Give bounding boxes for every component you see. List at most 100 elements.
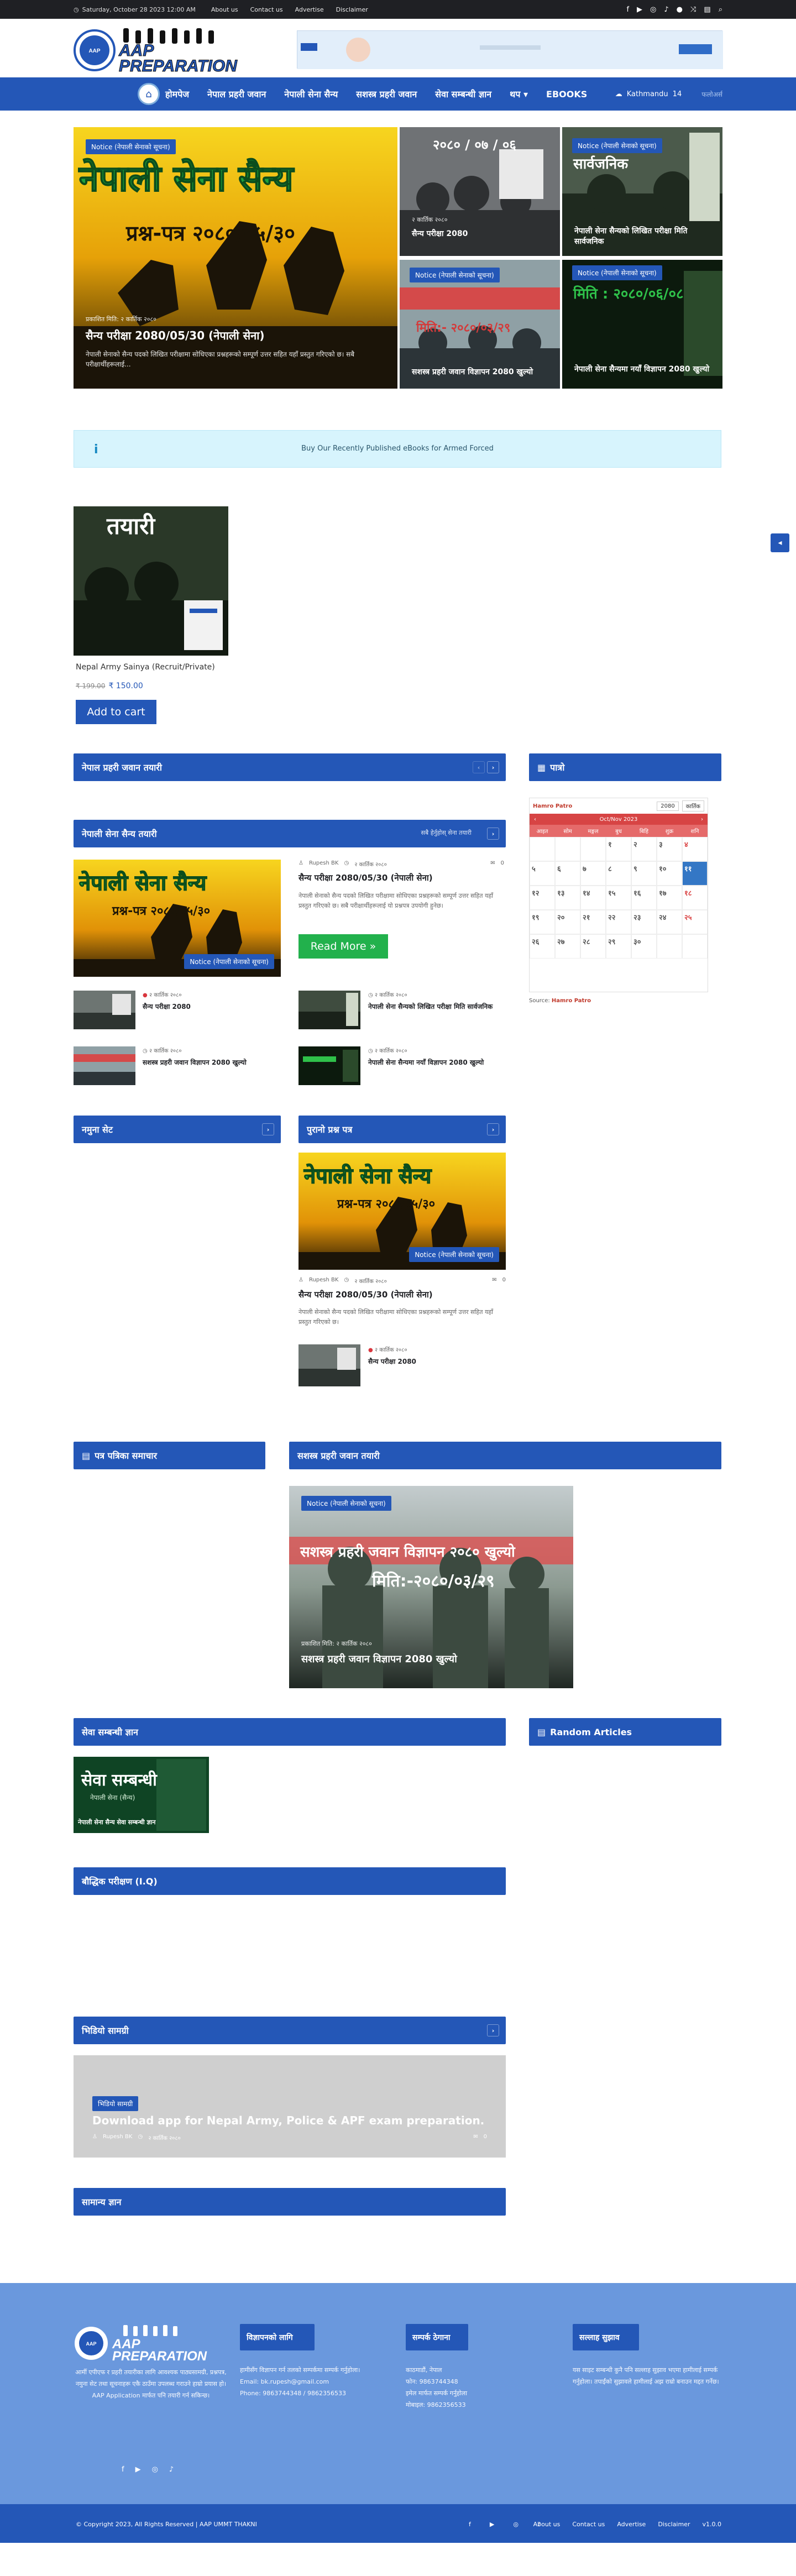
calendar-day[interactable]: २७ [555, 934, 580, 959]
old-papers-title[interactable]: सैन्य परीक्षा 2080/05/30 (नेपाली सेना) [298, 1289, 506, 1300]
calendar-day[interactable]: १४ [580, 886, 606, 910]
hero-small-post[interactable]: मिति:- २०८०/०३/२९ Notice (नेपाली सेनाको … [400, 260, 560, 389]
video-title[interactable]: Download app for Nepal Army, Police & AP… [92, 2114, 484, 2127]
army-list-title[interactable]: नेपाली सेना सैन्यमा नयाँ विज्ञापन 2080 ख… [368, 1057, 506, 1067]
calendar-day[interactable]: ५ [530, 861, 555, 886]
youtube-icon[interactable]: ▶ [490, 2521, 494, 2528]
calendar-day[interactable]: ८ [606, 861, 631, 886]
calendar-day[interactable]: १७ [657, 886, 682, 910]
nav-item-ebooks[interactable]: EBOOKS [546, 89, 587, 100]
footer-logo[interactable]: AAP AAP PREPARATION [74, 2324, 225, 2364]
instagram-icon[interactable]: ◎ [513, 2521, 519, 2528]
apf-post[interactable]: सशस्त्र प्रहरी जवान विज्ञापन २०८० खुल्यो… [289, 1486, 573, 1688]
next-arrow-icon[interactable]: › [487, 1123, 499, 1135]
army-list-title[interactable]: सशस्त्र प्रहरी जवान विज्ञापन 2080 खुल्यो [143, 1057, 286, 1067]
old-papers-badge[interactable]: Notice (नेपाली सेनाको सूचना) [409, 1247, 499, 1262]
calendar-day[interactable]: २४ [657, 910, 682, 934]
calendar-day[interactable]: ३० [631, 934, 657, 959]
facebook-icon[interactable]: f [626, 6, 629, 14]
calendar-day[interactable]: ११ [682, 861, 708, 886]
top-link-advertise[interactable]: Advertise [295, 6, 324, 13]
month-select[interactable]: कार्तिक [682, 800, 704, 811]
header-ad-banner[interactable] [297, 30, 723, 69]
youtube-icon[interactable]: ▶ [135, 2465, 141, 2474]
army-list-thumb[interactable] [298, 1046, 360, 1085]
calendar-day[interactable]: २१ [580, 910, 606, 934]
year-select[interactable]: 2080 [657, 801, 679, 811]
home-icon[interactable]: ⌂ [138, 83, 160, 105]
read-more-button[interactable]: Read More » [298, 934, 388, 959]
next-arrow-icon[interactable]: › [487, 761, 499, 773]
hero-small-post[interactable]: २०८० / ०७ / ०६ २ कार्तिक २०८० सैन्य परीक… [400, 127, 560, 256]
nav-item-service[interactable]: सेवा सम्बन्धी ज्ञान [435, 88, 491, 100]
army-list-thumb[interactable] [298, 991, 360, 1029]
add-to-cart-button[interactable]: Add to cart [76, 700, 156, 724]
ebook-notice-text[interactable]: Buy Our Recently Published eBooks for Ar… [74, 444, 721, 453]
hero-small-badge[interactable]: Notice (नेपाली सेनाको सूचना) [410, 268, 500, 282]
calendar-day[interactable]: १० [657, 861, 682, 886]
next-month-icon[interactable]: › [701, 816, 703, 823]
product-name[interactable]: Nepal Army Sainya (Recruit/Private) [76, 663, 215, 672]
hero-small-post[interactable]: सार्वजनिक Notice (नेपाली सेनाको सूचना) न… [562, 127, 722, 256]
video-badge[interactable]: भिडियो सामग्री [92, 2096, 139, 2111]
footer-link-disclaimer[interactable]: Disclaimer [658, 2521, 690, 2528]
calendar-day[interactable]: ३ [657, 837, 682, 861]
hero-small-badge[interactable]: Notice (नेपाली सेनाको सूचना) [572, 138, 662, 153]
army-main-title[interactable]: सैन्य परीक्षा 2080/05/30 (नेपाली सेना) [298, 872, 504, 883]
apf-title[interactable]: सशस्त्र प्रहरी जवान विज्ञापन 2080 खुल्यो [301, 1652, 561, 1666]
army-list-thumb[interactable] [74, 1046, 135, 1085]
tiktok-icon[interactable]: ♪ [664, 6, 668, 14]
army-main-thumb[interactable]: नेपाली सेना सैन्य प्रश्न-पत्र २०८०/०५/३०… [74, 860, 281, 977]
prev-month-icon[interactable]: ‹ [534, 816, 536, 823]
calendar-day[interactable]: २६ [530, 934, 555, 959]
hamro-patro-logo[interactable]: Hamro Patro [533, 803, 572, 809]
army-main-badge[interactable]: Notice (नेपाली सेनाको सूचना) [184, 954, 274, 969]
footer-link-advertise[interactable]: Advertise [617, 2521, 646, 2528]
hero-badge[interactable]: Notice (नेपाली सेनाको सूचना) [86, 139, 176, 154]
next-arrow-icon[interactable]: › [487, 828, 499, 840]
old-papers-list-title[interactable]: सैन्य परीक्षा 2080 [368, 1357, 506, 1366]
calendar-day[interactable]: १५ [606, 886, 631, 910]
service-gk-card[interactable]: सेवा सम्बन्धी नेपाली सेना (सैन्य) नेपाली… [74, 1757, 209, 1833]
nav-item-more[interactable]: थप ▾ [510, 88, 528, 100]
prev-arrow-icon[interactable]: ‹ [473, 761, 485, 773]
nav-item-apf[interactable]: सशस्त्र प्रहरी जवान [356, 88, 417, 100]
facebook-icon[interactable]: f [469, 2521, 471, 2528]
floating-share-icon[interactable]: ◂ [771, 533, 789, 552]
old-papers-thumb[interactable]: नेपाली सेना सैन्य प्रश्न-पत्र २०८०/०५/३०… [298, 1153, 506, 1270]
nav-item-army[interactable]: नेपाली सेना सैन्य [284, 88, 338, 100]
calendar-day[interactable]: १३ [555, 886, 580, 910]
calendar-day[interactable]: १८ [682, 886, 708, 910]
footer-link-contact[interactable]: Contact us [572, 2521, 605, 2528]
calendar-day[interactable]: २९ [606, 934, 631, 959]
old-papers-list-thumb[interactable] [298, 1344, 360, 1386]
hero-small-post[interactable]: मिति : २०८०/०६/०८ Notice (नेपाली सेनाको … [562, 260, 722, 389]
video-post[interactable]: भिडियो सामग्री Download app for Nepal Ar… [74, 2055, 506, 2158]
facebook-icon[interactable]: f [122, 2465, 124, 2474]
hero-title[interactable]: सैन्य परीक्षा 2080/05/30 (नेपाली सेना) [86, 328, 385, 343]
nav-item-home[interactable]: होमपेज [165, 88, 189, 100]
hero-main-post[interactable]: नेपाली सेना सैन्य प्रश्न-पत्र २०८०/०५/३०… [74, 127, 397, 389]
search-icon[interactable]: ⌕ [719, 6, 722, 14]
top-link-disclaimer[interactable]: Disclaimer [336, 6, 368, 13]
army-list-title[interactable]: नेपाली सेना सैन्यको लिखित परीक्षा मिति स… [368, 1002, 506, 1011]
next-arrow-icon[interactable]: › [487, 2024, 499, 2036]
product-image[interactable]: तयारी [74, 506, 228, 656]
army-list-thumb[interactable] [74, 991, 135, 1029]
army-list-title[interactable]: सैन्य परीक्षा 2080 [143, 1002, 286, 1011]
calendar-day[interactable]: १९ [530, 910, 555, 934]
calendar-day[interactable]: २ [631, 837, 657, 861]
calendar-day[interactable]: ६ [555, 861, 580, 886]
nav-item-police[interactable]: नेपाल प्रहरी जवान [207, 88, 266, 100]
footer-link-about[interactable]: About us [533, 2521, 561, 2528]
top-link-about[interactable]: About us [211, 6, 238, 13]
calendar-day[interactable]: १ [606, 837, 631, 861]
calendar-day[interactable]: २० [555, 910, 580, 934]
calendar-day[interactable]: ७ [580, 861, 606, 886]
shuffle-icon[interactable]: ⤨ [690, 6, 696, 14]
calendar-day[interactable]: २२ [606, 910, 631, 934]
user-icon[interactable]: ● [677, 6, 683, 14]
instagram-icon[interactable]: ◎ [152, 2465, 158, 2474]
calendar-day[interactable]: २५ [682, 910, 708, 934]
tiktok-icon[interactable]: ♪ [169, 2465, 174, 2474]
